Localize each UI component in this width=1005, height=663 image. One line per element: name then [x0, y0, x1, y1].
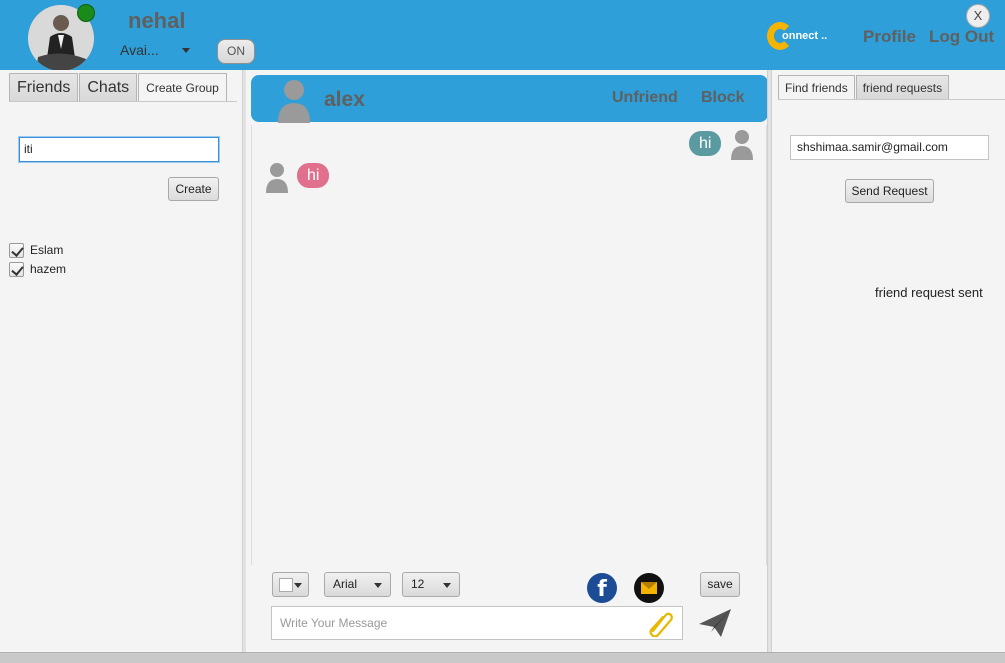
checkbox-checked-icon[interactable] [9, 242, 24, 258]
app-header: nehal Avai... ON onnect .. Profile Log O… [0, 0, 1005, 71]
right-tab-bar: Find friends friend requests [778, 75, 950, 99]
availability-toggle-button[interactable]: ON [217, 39, 255, 64]
app-logo: onnect .. [767, 22, 829, 54]
logout-link[interactable]: Log Out [929, 27, 994, 47]
chevron-down-icon [182, 48, 190, 53]
facebook-icon[interactable]: f [587, 573, 617, 603]
message-composer: Arial 12 f save Write Your Message [251, 568, 767, 652]
status-dropdown-value: Avai... [120, 42, 159, 58]
save-button[interactable]: save [700, 572, 740, 597]
send-request-button[interactable]: Send Request [845, 179, 934, 203]
friend-checkbox-item[interactable]: Eslam [9, 242, 63, 258]
friend-email-input[interactable]: shshimaa.samir@gmail.com [790, 135, 989, 160]
person-icon [278, 80, 310, 123]
tab-friend-requests[interactable]: friend requests [855, 75, 950, 99]
tab-find-friends[interactable]: Find friends [778, 75, 855, 99]
font-size-select[interactable]: 12 [402, 572, 460, 597]
send-icon[interactable] [697, 606, 733, 640]
outgoing-message-bubble: hi [689, 131, 722, 156]
left-splitter[interactable] [242, 70, 246, 652]
right-panel: Find friends friend requests shshimaa.sa… [772, 70, 1005, 652]
text-color-picker[interactable] [272, 572, 309, 597]
paperclip-icon[interactable] [647, 609, 673, 637]
profile-link[interactable]: Profile [863, 27, 916, 47]
window-bottom-edge [0, 652, 1005, 663]
chat-header: alex Unfriend Block [251, 75, 768, 123]
request-status-text: friend request sent [875, 285, 983, 300]
logo-text: onnect .. [782, 30, 828, 42]
online-status-icon [77, 4, 95, 22]
username-label: nehal [128, 8, 186, 33]
block-link[interactable]: Block [701, 89, 745, 107]
tab-friends[interactable]: Friends [9, 73, 79, 101]
font-family-value: Arial [333, 577, 358, 591]
friend-checkbox-item[interactable]: hazem [9, 261, 66, 277]
envelope-shape [641, 582, 657, 594]
font-size-value: 12 [411, 577, 425, 591]
group-name-input[interactable]: iti [19, 137, 219, 162]
chevron-down-icon [374, 583, 382, 588]
message-list[interactable]: hi hi [251, 125, 767, 565]
close-button[interactable]: X [966, 4, 990, 28]
checkbox-checked-icon[interactable] [9, 261, 24, 277]
left-tab-bar: Friends Chats Create Group [9, 73, 228, 101]
create-group-button[interactable]: Create [168, 177, 219, 201]
chat-contact-name: alex [324, 88, 365, 111]
tab-divider [9, 101, 237, 102]
left-panel: Friends Chats Create Group iti Create Es… [5, 70, 242, 652]
chevron-down-icon [294, 583, 302, 588]
friend-checkbox-label: hazem [30, 262, 67, 276]
tab-divider [778, 99, 1005, 100]
unfriend-link[interactable]: Unfriend [612, 89, 678, 107]
incoming-message-bubble: hi [297, 163, 330, 188]
chat-app-window: nehal Avai... ON onnect .. Profile Log O… [0, 0, 1005, 663]
status-dropdown[interactable]: Avai... [120, 42, 196, 62]
message-input[interactable]: Write Your Message [271, 606, 683, 640]
tab-create-group[interactable]: Create Group [138, 73, 227, 101]
font-family-select[interactable]: Arial [324, 572, 391, 597]
friend-checkbox-label: Eslam [30, 243, 64, 257]
tab-chats[interactable]: Chats [79, 73, 138, 101]
mail-icon[interactable] [634, 573, 664, 603]
color-swatch [279, 578, 293, 592]
person-icon [731, 130, 753, 160]
chevron-down-icon [443, 583, 451, 588]
person-icon [266, 163, 288, 193]
